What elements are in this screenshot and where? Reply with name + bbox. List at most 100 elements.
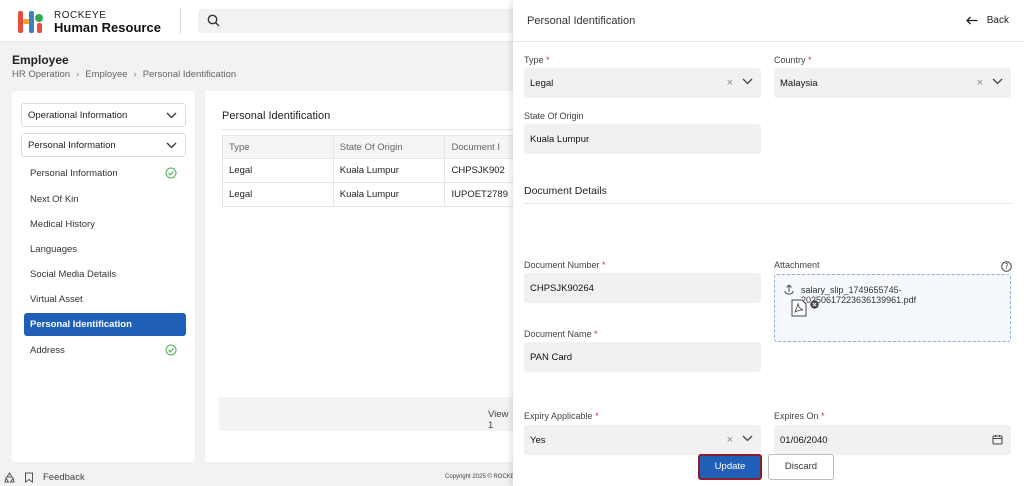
state-value: Kuala Lumpur	[530, 134, 590, 145]
accordion-label: Personal Information	[28, 140, 116, 151]
feedback-link[interactable]: Feedback	[43, 472, 85, 483]
divider	[180, 8, 181, 34]
discard-button[interactable]: Discard	[768, 454, 834, 480]
page-title: Employee	[12, 53, 69, 67]
recycle-icon[interactable]	[4, 472, 15, 483]
sidebar-item-personal-identification[interactable]: Personal Identification	[24, 313, 186, 336]
column-header-state[interactable]: State Of Origin	[332, 135, 446, 159]
clear-icon[interactable]: ×	[977, 77, 983, 89]
table-cell: Kuala Lumpur	[332, 158, 446, 183]
sidebar-item-address[interactable]: Address	[24, 339, 186, 362]
document-number-value: CHPSJK90264	[530, 283, 594, 294]
chevron-down-icon[interactable]	[742, 78, 753, 85]
document-number-input[interactable]: CHPSJK90264	[524, 273, 761, 303]
back-button[interactable]: Back	[965, 15, 1009, 26]
footer-left: Feedback	[4, 472, 85, 483]
breadcrumb-item[interactable]: HR Operation	[12, 69, 70, 80]
expires-on-value: 01/06/2040	[780, 435, 828, 446]
drawer-header: Personal Identification Back	[513, 0, 1024, 42]
clear-icon[interactable]: ×	[727, 434, 733, 446]
section-title: Personal Identification	[222, 110, 331, 122]
upload-icon	[784, 284, 794, 295]
sidebar-item-label: Personal Identification	[30, 319, 132, 330]
accordion-personal-information[interactable]: Personal Information	[21, 133, 186, 157]
country-value: Malaysia	[780, 78, 818, 89]
sidebar-item-label: Medical History	[30, 219, 95, 230]
chevron-right-icon: ›	[133, 69, 137, 80]
table-header-row: Type State Of Origin Document I	[222, 135, 515, 159]
drawer-title: Personal Identification	[527, 15, 636, 27]
sidebar-item-label: Languages	[30, 244, 78, 255]
expires-on-label: Expires On *	[774, 411, 825, 421]
chevron-right-icon: ›	[76, 69, 80, 80]
main-panel: Personal Identification Type State Of Or…	[205, 91, 515, 462]
calendar-icon[interactable]	[992, 434, 1003, 445]
sidebar-item-label: Social Media Details	[30, 269, 117, 280]
country-select[interactable]: Malaysia ×	[774, 68, 1011, 98]
sidebar-item-virtual-asset[interactable]: Virtual Asset	[24, 288, 186, 311]
document-number-label: Document Number *	[524, 260, 606, 270]
column-header-type[interactable]: Type	[222, 135, 334, 159]
breadcrumb-item: Personal Identification	[142, 69, 237, 80]
state-label: State Of Origin	[524, 111, 584, 121]
sidebar-item-languages[interactable]: Languages	[24, 238, 186, 261]
type-label: Type *	[524, 55, 550, 65]
table-row[interactable]: Legal Kuala Lumpur CHPSJK902	[222, 158, 515, 183]
accordion-label: Operational Information	[28, 110, 128, 121]
brand-logo[interactable]: ROCKEYE Human Resource	[18, 10, 161, 34]
table-cell: Legal	[222, 158, 334, 183]
document-name-input[interactable]: PAN Card	[524, 342, 761, 372]
accordion-operational-information[interactable]: Operational Information	[21, 103, 186, 127]
chevron-down-icon	[166, 112, 177, 119]
edit-drawer: Personal Identification Back Type * Lega…	[513, 0, 1024, 486]
logo-mark-icon	[18, 11, 44, 33]
attachment-dropzone[interactable]: salary_slip_1749655745-20250617223636139…	[774, 274, 1011, 342]
sidebar-item-social-media-details[interactable]: Social Media Details	[24, 263, 186, 286]
document-details-title: Document Details	[524, 185, 607, 197]
breadcrumb-item[interactable]: Employee	[85, 69, 127, 80]
chevron-down-icon	[166, 142, 177, 149]
state-input[interactable]: Kuala Lumpur	[524, 124, 761, 154]
document-name-value: PAN Card	[530, 352, 573, 363]
expires-on-input[interactable]: 01/06/2040	[774, 425, 1011, 455]
chevron-down-icon[interactable]	[742, 435, 753, 442]
divider	[524, 203, 1013, 204]
clear-icon[interactable]: ×	[727, 77, 733, 89]
sidebar-item-personal-information[interactable]: Personal Information	[24, 162, 186, 185]
divider	[222, 129, 515, 130]
copyright-text: Copyright 2025 © ROCKE	[445, 474, 515, 480]
attachment-label: Attachment	[774, 260, 820, 270]
check-circle-icon	[165, 344, 177, 356]
table-row[interactable]: Legal Kuala Lumpur IUPOET2789	[222, 182, 515, 207]
type-value: Legal	[530, 78, 554, 89]
sidebar-item-label: Personal Information	[30, 168, 118, 179]
column-header-document[interactable]: Document I	[444, 135, 515, 159]
table-cell: Kuala Lumpur	[332, 182, 446, 207]
sidebar-item-label: Address	[30, 345, 65, 356]
sidebar-item-medical-history[interactable]: Medical History	[24, 213, 186, 236]
type-select[interactable]: Legal ×	[524, 68, 761, 98]
svg-text:?: ?	[1005, 262, 1009, 271]
sidebar-item-next-of-kin[interactable]: Next Of Kin	[24, 188, 186, 211]
pdf-file-icon[interactable]	[791, 299, 807, 317]
bookmark-icon[interactable]	[24, 472, 34, 483]
chevron-down-icon[interactable]	[992, 78, 1003, 85]
arrow-left-icon	[965, 16, 978, 25]
table-cell: IUPOET2789	[444, 182, 515, 207]
attachment-filename[interactable]: salary_slip_1749655745-20250617223636139…	[801, 285, 1010, 305]
expiry-applicable-label: Expiry Applicable *	[524, 411, 599, 421]
pagination-text: View 1	[488, 409, 509, 431]
country-label: Country *	[774, 55, 812, 65]
table-cell: CHPSJK902	[444, 158, 515, 183]
table-cell: Legal	[222, 182, 334, 207]
update-button[interactable]: Update	[698, 454, 762, 480]
expiry-applicable-select[interactable]: Yes ×	[524, 425, 761, 455]
search-icon	[207, 14, 220, 27]
help-icon[interactable]: ?	[1001, 261, 1012, 272]
check-circle-icon	[165, 167, 177, 179]
sidebar-item-label: Next Of Kin	[30, 194, 79, 205]
remove-file-icon[interactable]	[810, 300, 819, 309]
search-input[interactable]	[198, 9, 518, 33]
brand-line2: Human Resource	[54, 20, 161, 35]
back-label: Back	[986, 15, 1009, 26]
